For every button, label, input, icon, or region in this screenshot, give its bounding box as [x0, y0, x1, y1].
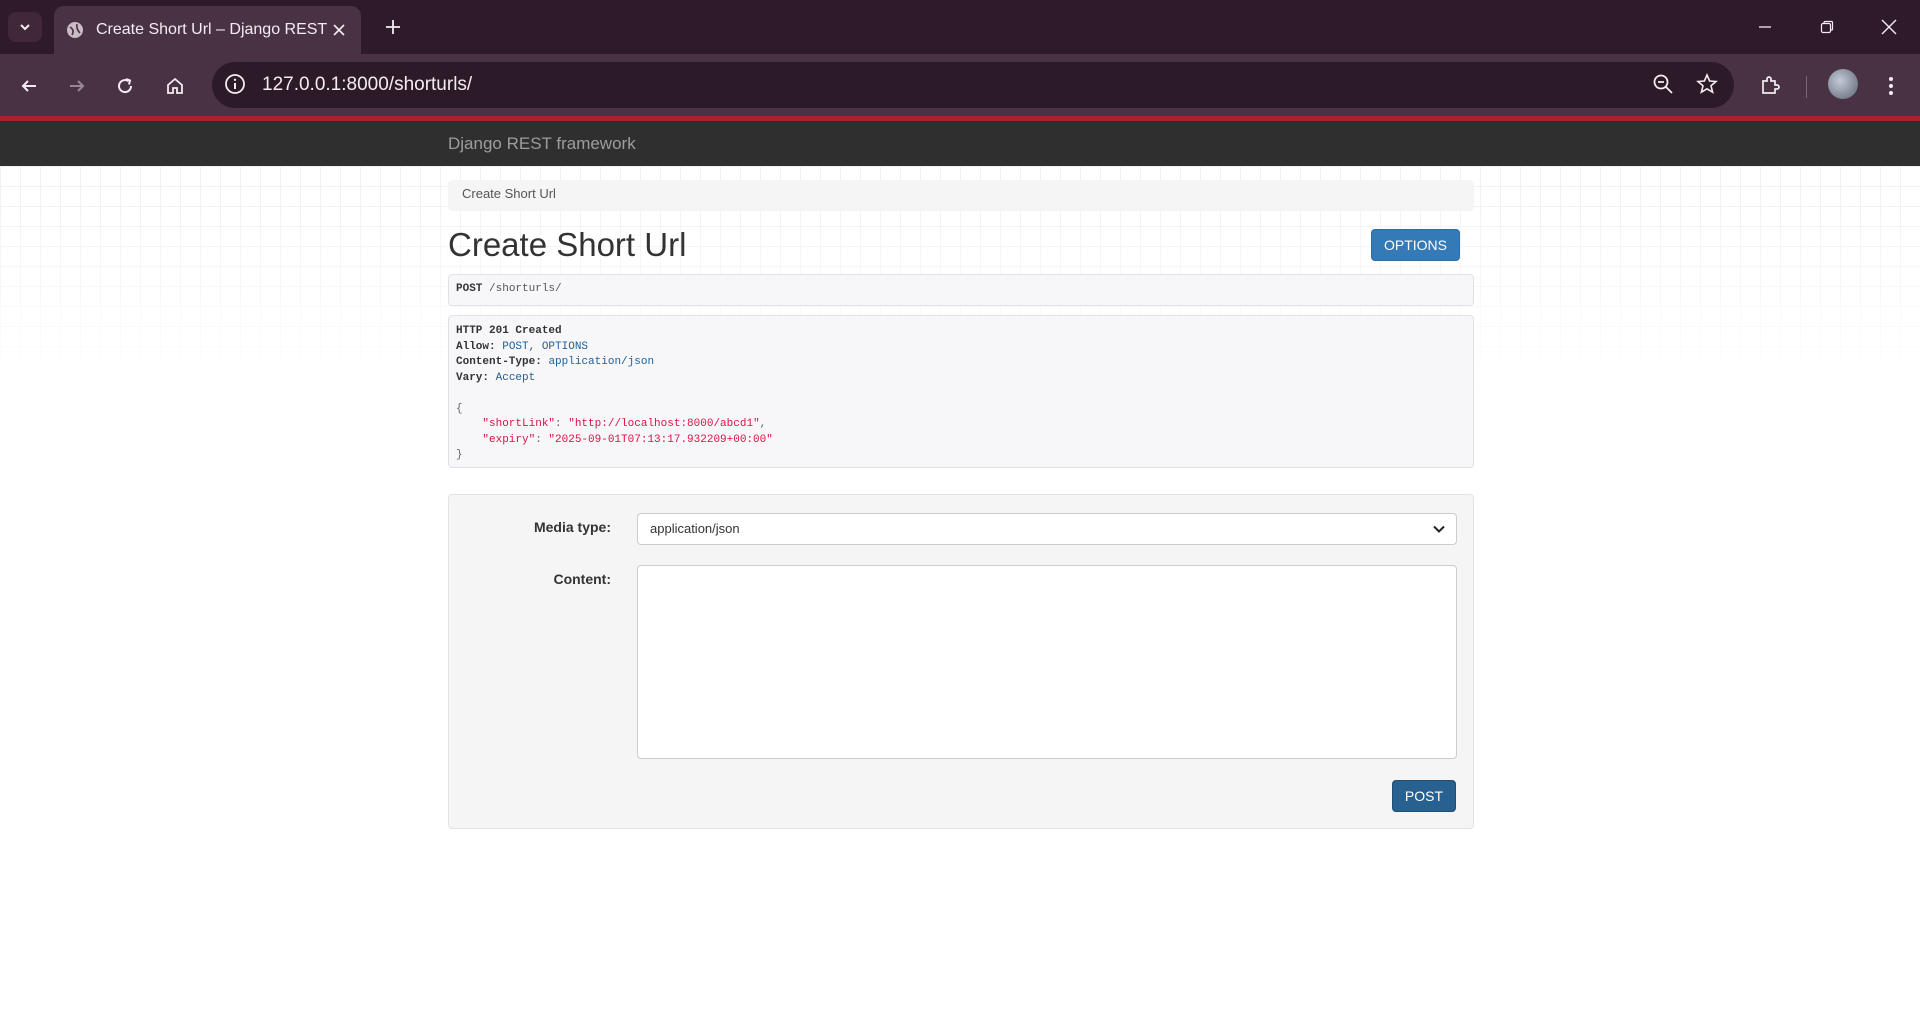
breadcrumb-item-active: Create Short Url	[462, 186, 556, 201]
minimize-button[interactable]	[1734, 0, 1796, 54]
options-button[interactable]: OPTIONS	[1370, 229, 1460, 261]
forward-button[interactable]	[60, 69, 94, 103]
browser-tab[interactable]: Create Short Url – Django REST fra	[54, 6, 361, 54]
navbar-brand[interactable]: Django REST framework	[448, 134, 636, 154]
request-method: POST	[456, 283, 483, 295]
profile-avatar[interactable]	[1828, 69, 1858, 99]
response-info: HTTP 201 Created Allow: POST, OPTIONS Co…	[448, 315, 1474, 468]
drf-navbar: Django REST framework	[0, 121, 1920, 166]
reload-icon	[118, 78, 133, 94]
browser-tab-strip: Create Short Url – Django REST fra	[0, 0, 1920, 54]
response-header-key: Allow:	[456, 340, 496, 353]
browser-menu-button[interactable]	[1874, 69, 1908, 103]
window-close-button[interactable]	[1858, 0, 1920, 54]
json-key: "expiry"	[482, 433, 536, 446]
post-button[interactable]: POST	[1391, 780, 1456, 812]
media-type-value: application/json	[650, 521, 740, 536]
chevron-down-icon	[20, 24, 30, 31]
media-type-label: Media type:	[533, 519, 611, 535]
minimize-icon	[1759, 26, 1771, 28]
address-bar[interactable]: 127.0.0.1:8000/shorturls/	[212, 62, 1734, 108]
response-header-key: Vary:	[456, 371, 490, 384]
media-type-select[interactable]: application/json	[637, 513, 1457, 545]
arrow-right-icon	[70, 80, 85, 92]
response-header-value: POST, OPTIONS	[502, 340, 589, 353]
raw-data-form: Media type: application/json Content: PO…	[448, 494, 1474, 829]
request-info: POST /shorturls/	[448, 274, 1474, 306]
browser-toolbar: 127.0.0.1:8000/shorturls/	[0, 54, 1920, 118]
tab-title: Create Short Url – Django REST fra	[96, 21, 329, 38]
content-label: Content:	[553, 571, 611, 587]
bookmark-button[interactable]	[1696, 72, 1718, 100]
restore-icon	[1820, 20, 1834, 34]
new-tab-button[interactable]	[376, 12, 410, 42]
zoom-out-icon	[1653, 74, 1673, 94]
restore-button[interactable]	[1796, 0, 1858, 54]
json-key: "shortLink"	[482, 418, 556, 430]
arrow-left-icon	[21, 80, 36, 92]
breadcrumb: Create Short Url	[448, 180, 1474, 211]
json-close-brace: }	[456, 449, 463, 461]
tab-close-button[interactable]	[329, 20, 349, 40]
json-open-brace: {	[456, 402, 463, 415]
toolbar-divider	[1806, 76, 1807, 98]
home-icon	[167, 77, 183, 94]
url-text[interactable]: 127.0.0.1:8000/shorturls/	[262, 74, 472, 96]
main-content: Create Short Url Create Short Url OPTION…	[448, 180, 1474, 829]
chevron-down-icon	[1433, 525, 1445, 533]
json-value: "http://localhost:8000/abcd1"	[568, 418, 760, 430]
close-icon	[333, 24, 345, 36]
response-header-value: Accept	[495, 371, 536, 384]
back-button[interactable]	[12, 69, 46, 103]
star-icon	[1696, 72, 1718, 94]
kebab-menu-icon	[1889, 77, 1893, 95]
response-status: HTTP 201 Created	[456, 325, 562, 337]
home-button[interactable]	[158, 69, 192, 103]
extensions-button[interactable]	[1753, 69, 1787, 103]
globe-icon	[67, 22, 83, 38]
json-value: "2025-09-01T07:13:17.932209+00:00"	[548, 433, 773, 446]
request-path: /shorturls/	[489, 283, 562, 295]
puzzle-icon	[1762, 76, 1780, 94]
zoom-button[interactable]	[1652, 73, 1674, 100]
page-header: Create Short Url OPTIONS	[448, 211, 1474, 274]
tab-search-button[interactable]	[8, 12, 42, 42]
info-icon	[225, 74, 245, 94]
content-textarea[interactable]	[637, 565, 1457, 759]
page-title: Create Short Url	[448, 226, 687, 263]
response-header-value: application/json	[548, 356, 655, 368]
site-info-button[interactable]	[224, 73, 248, 97]
close-icon	[1881, 19, 1897, 35]
plus-icon	[386, 20, 400, 34]
reload-button[interactable]	[108, 69, 142, 103]
response-header-key: Content-Type:	[456, 356, 542, 368]
